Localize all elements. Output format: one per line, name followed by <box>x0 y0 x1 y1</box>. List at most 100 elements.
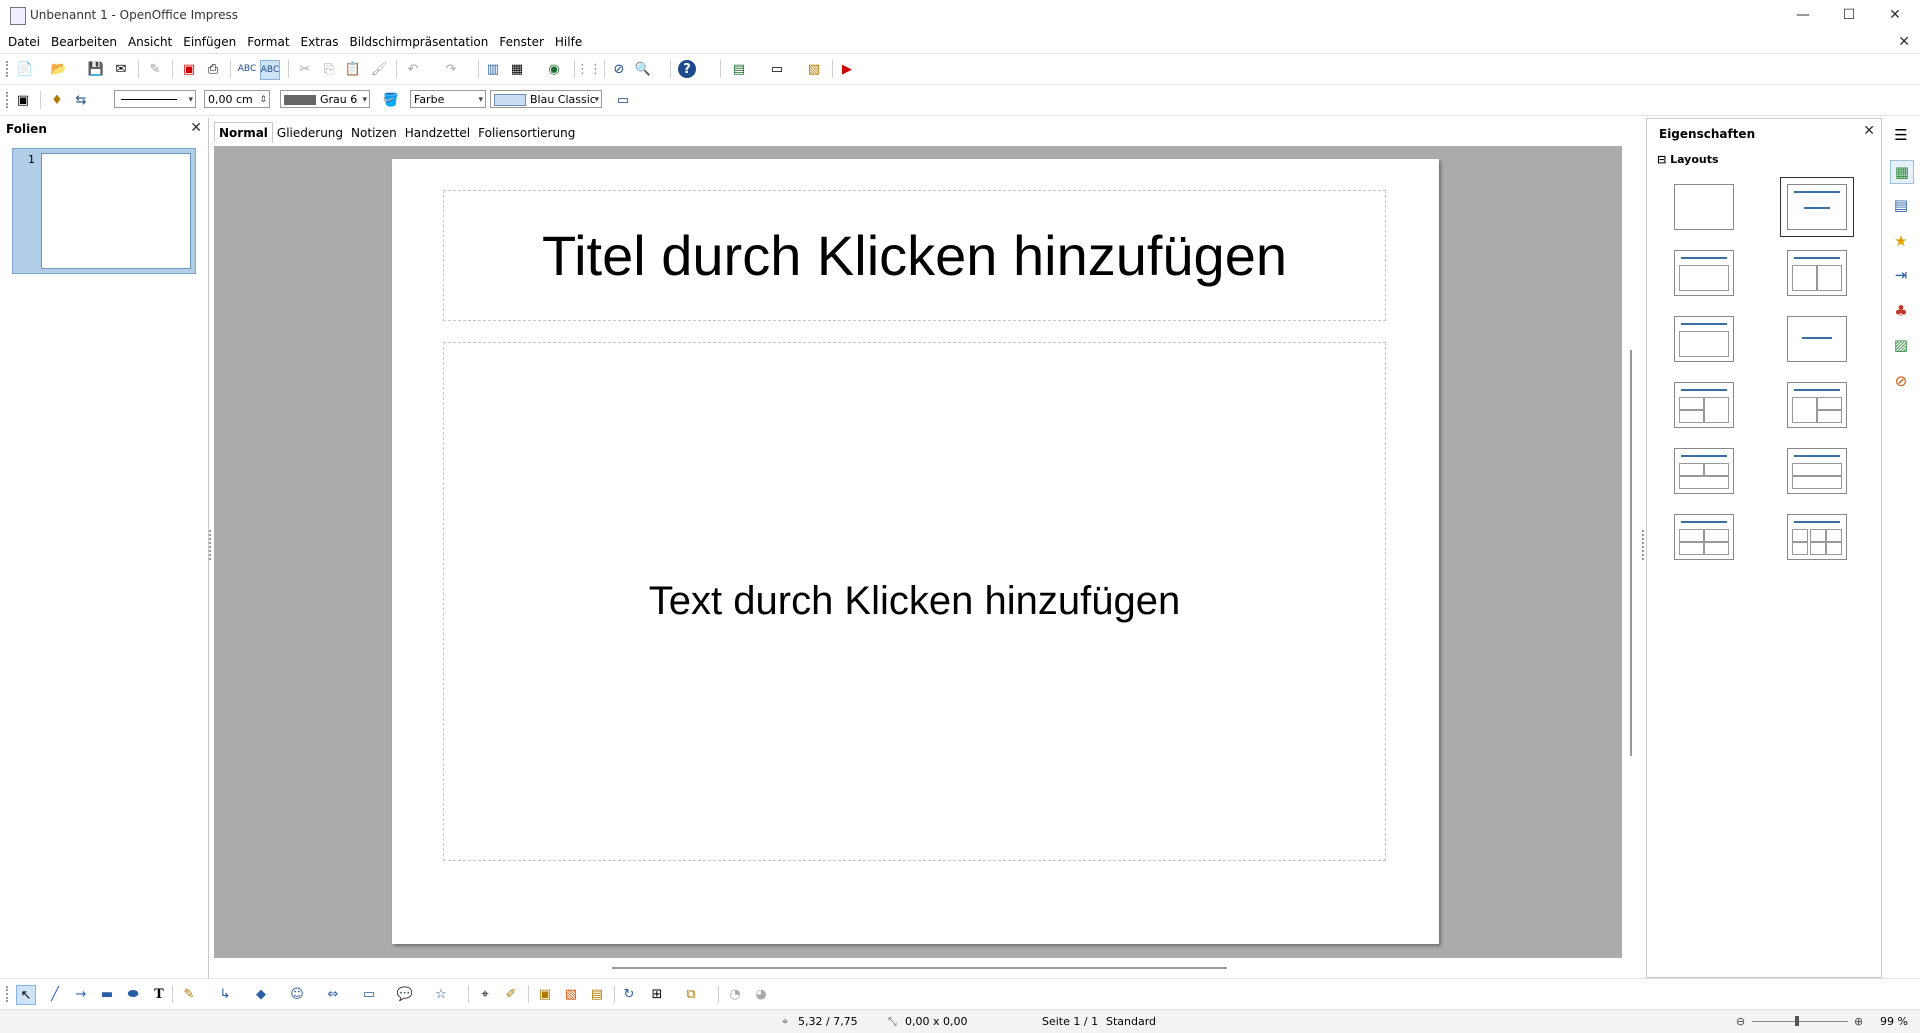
menu-bildschirmpraesentation[interactable]: Bildschirmpräsentation <box>345 32 492 52</box>
layout-centered-text[interactable] <box>1787 316 1847 362</box>
insert-slide-icon[interactable]: ▤ <box>730 60 748 78</box>
properties-deck-icon[interactable]: ▦ <box>1890 160 1914 184</box>
horizontal-scrollbar[interactable] <box>612 967 1227 969</box>
print-icon[interactable]: ⎙ <box>204 60 222 78</box>
close-window-button[interactable]: ✕ <box>1872 0 1918 30</box>
format-paintbrush-icon[interactable]: 🖌 <box>370 60 388 78</box>
rectangle-tool-icon[interactable]: ▬ <box>98 985 116 1003</box>
redo-icon[interactable]: ↷ <box>442 60 460 78</box>
close-slides-pane-button[interactable]: ✕ <box>190 120 202 136</box>
start-presentation-icon[interactable]: ▶ <box>838 60 856 78</box>
export-pdf-icon[interactable]: ▣ <box>180 60 198 78</box>
glue-points-icon[interactable]: ✐ <box>502 985 520 1003</box>
email-icon[interactable]: ✉ <box>112 60 130 78</box>
object-properties-icon[interactable]: ▣ <box>14 91 32 109</box>
navigator-deck-icon[interactable]: ⊘ <box>1890 370 1912 392</box>
layout-title-only-centered[interactable] <box>1780 177 1854 237</box>
arrow-style-icon[interactable]: ⇆ <box>72 91 90 109</box>
tab-normal[interactable]: Normal <box>214 122 273 143</box>
alignment-icon[interactable]: ⊞ <box>648 985 666 1003</box>
layout-title-2-1-content[interactable] <box>1674 382 1734 428</box>
block-arrows-icon[interactable]: ⇔ <box>324 985 342 1003</box>
line-style-icon[interactable]: ♦ <box>48 91 66 109</box>
tab-gliederung[interactable]: Gliederung <box>273 123 347 143</box>
chart-icon[interactable]: ▥ <box>484 60 502 78</box>
arrow-tool-icon[interactable]: → <box>72 985 90 1003</box>
pane-splitter-left[interactable] <box>209 530 213 560</box>
custom-animation-icon[interactable]: ★ <box>1890 230 1912 252</box>
new-document-icon[interactable]: 📄 <box>16 60 34 78</box>
hyperlink-icon[interactable]: ◉ <box>545 60 563 78</box>
navigator-icon[interactable]: ⊘ <box>610 60 628 78</box>
layout-title-1-2-content[interactable] <box>1787 382 1847 428</box>
toolbar-grip[interactable] <box>6 61 11 77</box>
layout-title-4-content[interactable] <box>1674 514 1734 560</box>
layout-title-content-alt[interactable] <box>1674 316 1734 362</box>
connector-tool-icon[interactable]: ↳ <box>216 985 234 1003</box>
slide-transition-icon[interactable]: ⇥ <box>1890 264 1912 286</box>
minimize-button[interactable]: — <box>1780 0 1826 30</box>
area-style-select[interactable]: Farbe ▾ <box>410 90 486 108</box>
area-fill-icon[interactable]: 🪣 <box>382 91 400 109</box>
line-color-select[interactable]: Grau 6 ▾ <box>280 90 370 108</box>
copy-icon[interactable]: ⎘ <box>320 60 338 78</box>
slide-thumbnail-selection[interactable]: 1 <box>12 148 196 274</box>
line-width-field[interactable]: 0,00 cm ⇕ <box>204 90 270 108</box>
basic-shapes-icon[interactable]: ◆ <box>252 985 270 1003</box>
tab-handzettel[interactable]: Handzettel <box>401 123 474 143</box>
edit-file-icon[interactable]: ✎ <box>146 60 164 78</box>
layouts-section-header[interactable]: ⊟ Layouts <box>1657 153 1719 166</box>
zoom-icon[interactable]: 🔍 <box>634 60 652 78</box>
layout-title-content[interactable] <box>1674 250 1734 296</box>
slide-layout-icon[interactable]: ▭ <box>768 60 786 78</box>
area-color-select[interactable]: Blau Classic ▾ <box>490 90 602 108</box>
undo-icon[interactable]: ↶ <box>404 60 422 78</box>
save-icon[interactable]: 💾 <box>87 60 105 78</box>
help-icon[interactable]: ? <box>678 60 696 78</box>
menu-ansicht[interactable]: Ansicht <box>124 32 176 52</box>
menu-bearbeiten[interactable]: Bearbeiten <box>47 32 121 52</box>
stars-icon[interactable]: ☆ <box>432 985 450 1003</box>
toolbar-grip[interactable] <box>6 92 11 108</box>
paste-icon[interactable]: 📋 <box>344 60 362 78</box>
zoom-out-icon[interactable]: ⊖ <box>1736 1015 1745 1028</box>
gallery-toolbar-icon[interactable]: ▤ <box>588 985 606 1003</box>
collapse-icon[interactable]: ⊟ <box>1657 153 1666 166</box>
flowchart-icon[interactable]: ▭ <box>360 985 378 1003</box>
vertical-scrollbar[interactable] <box>1630 350 1632 756</box>
close-properties-button[interactable]: ✕ <box>1863 123 1875 139</box>
line-tool-icon[interactable]: ╱ <box>46 985 64 1003</box>
menu-einfuegen[interactable]: Einfügen <box>179 32 240 52</box>
menu-hilfe[interactable]: Hilfe <box>551 32 586 52</box>
zoom-slider[interactable] <box>1752 1021 1848 1022</box>
zoom-in-icon[interactable]: ⊕ <box>1854 1015 1863 1028</box>
open-folder-icon[interactable]: 📂 <box>50 60 68 78</box>
tab-notizen[interactable]: Notizen <box>347 123 401 143</box>
menu-datei[interactable]: Datei <box>4 32 44 52</box>
text-tool-icon[interactable]: T <box>150 985 168 1003</box>
insert-image-icon[interactable]: ▧ <box>562 985 580 1003</box>
arrange-icon[interactable]: ⧉ <box>682 985 700 1003</box>
sidebar-menu-icon[interactable]: ☰ <box>1890 124 1912 146</box>
title-placeholder[interactable]: Titel durch Klicken hinzufügen <box>443 190 1386 321</box>
auto-spellcheck-icon[interactable]: ABC <box>260 60 280 80</box>
zoom-level[interactable]: 99 % <box>1880 1015 1908 1028</box>
menu-format[interactable]: Format <box>243 32 293 52</box>
close-document-button[interactable]: ✕ <box>1898 34 1910 50</box>
extrusion-icon[interactable]: ◔ <box>726 985 744 1003</box>
tab-foliensortierung[interactable]: Foliensortierung <box>474 123 579 143</box>
edit-points-icon[interactable]: ⌖ <box>476 985 494 1003</box>
master-pages-icon[interactable]: ▤ <box>1890 194 1912 216</box>
layout-title-6-content[interactable] <box>1787 514 1847 560</box>
grid-icon[interactable]: ⋮⋮ <box>576 60 602 78</box>
zoom-slider-thumb[interactable] <box>1795 1016 1799 1026</box>
line-style-select[interactable]: ▾ <box>114 90 196 108</box>
ellipse-tool-icon[interactable]: ⬬ <box>124 985 142 1003</box>
spellcheck-icon[interactable]: ABC <box>238 60 256 78</box>
text-placeholder[interactable]: Text durch Klicken hinzufügen <box>443 342 1386 861</box>
toggle-3d-icon[interactable]: ◕ <box>752 985 770 1003</box>
callouts-icon[interactable]: 💬 <box>396 985 414 1003</box>
symbol-shapes-icon[interactable]: ☺ <box>288 985 306 1003</box>
fontwork-icon[interactable]: ▣ <box>536 985 554 1003</box>
menu-fenster[interactable]: Fenster <box>495 32 548 52</box>
